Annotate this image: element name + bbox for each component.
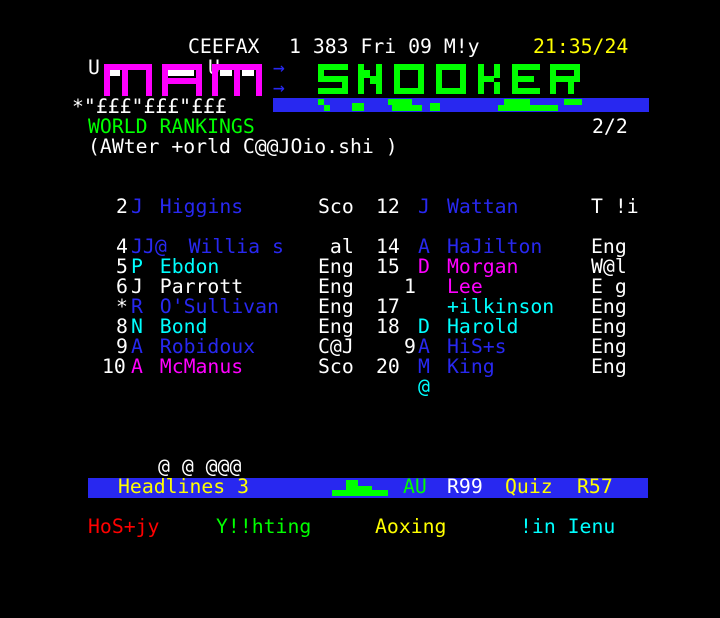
rank-number: * [116,295,128,318]
header-row: CEEFAX 1 383 Fri 09 M!y 21:35/24 [0,37,720,57]
player-country: C@J [318,335,354,358]
bbc-logo-graphic [104,64,262,96]
player-name: McManus [159,355,244,378]
fastext-red-link[interactable]: HoS+jy [88,517,159,537]
fastext-green-link[interactable]: Y!!hting [216,517,311,537]
page-subtitle: (AWter +orld C@@JOio.shi ) [88,135,398,158]
rank-number: 17 [376,295,400,318]
player-name: Ebdon [159,255,220,278]
player-country: al [318,235,354,258]
player-country: T !i [591,195,639,218]
stray-at-symbol: @ [418,375,430,398]
arrow-icon-2: → [273,76,285,99]
rank-number: 10 [102,355,126,378]
pre-footer-glyphs: @ @ @@@ [158,455,242,478]
player-initial: P [131,255,143,278]
player-name: Harold [447,315,519,338]
page-title: WORLD RANKINGS [88,115,255,138]
stray-row: @ [0,377,720,397]
rank-number: 9 [116,335,128,358]
service-name: CEEFAX [188,35,260,58]
rank-number: 20 [376,355,400,378]
player-name: Lee [447,275,483,298]
rank-number: 14 [376,235,400,258]
player-country: Sco [318,355,354,378]
quiz-link[interactable]: Quiz [505,477,553,497]
player-initial: N [131,315,143,338]
player-name: Robidoux [159,335,256,358]
rank-number: 2 [116,195,128,218]
subtitle-row: (AWter +orld C@@JOio.shi ) [0,137,720,157]
player-name: HaJilton [447,235,543,258]
player-country: E g [591,275,627,298]
player-initial: A [418,335,430,358]
footer-mosaic-graphic [332,480,388,496]
player-initial: A [131,335,143,358]
player-name: Parrott [159,275,244,298]
strip-glyphs-graphic [318,99,582,111]
page-r99-link[interactable]: R99 [447,477,483,497]
player-country: W@l [591,255,627,278]
player-country: Eng [318,255,354,278]
player-country: Eng [591,315,627,338]
clock: 21:35/24 [533,35,629,58]
player-initial: M [418,355,430,378]
rank-number: 12 [376,195,400,218]
snooker-title-graphic [318,64,580,94]
player-country: Eng [591,335,627,358]
headlines-link[interactable]: Headlines 3 [118,477,249,497]
player-initial: D [418,315,430,338]
heading-row: WORLD RANKINGS 2/2 [0,117,720,137]
page-info: 1 383 Fri 09 M!y [289,35,480,58]
rank-number: 5 [116,255,128,278]
rank-number: 4 [116,235,128,258]
player-name: King [447,355,495,378]
logo-small-u-left: U [88,56,100,79]
player-name: Wattan [447,195,519,218]
player-initial: A [131,355,143,378]
player-initial: J [418,195,430,218]
player-name: Bond [159,315,208,338]
player-initial: D [418,255,430,278]
page-r57-link[interactable]: R57 [577,477,613,497]
player-initial: R [131,295,143,318]
au-label: AU [403,475,427,498]
player-country: Sco [318,195,354,218]
player-country: Eng [591,295,627,318]
rank-number: 15 [376,255,400,278]
player-country: Eng [318,275,354,298]
player-name: HiS+s [447,335,507,358]
page-count: 2/2 [592,115,628,138]
player-name: Morgan [447,255,519,278]
logo-strip-text: *"£££"£££"£££ [72,95,227,118]
player-name: O'Sullivan [159,295,279,318]
player-country: Eng [318,295,354,318]
player-initial: A [418,235,430,258]
rank-number: 18 [376,315,400,338]
rank-number: 9 [404,335,416,358]
player-name: +ilkinson [447,295,555,318]
player-country: Eng [591,355,627,378]
fastext-row: HoS+jy Y!!hting Aoxing !in Ienu [0,517,720,537]
rank-number: 8 [116,315,128,338]
pre-footer-row: @ @ @@@ [0,457,720,477]
arrow-icon: → [273,56,285,79]
player-initial: JJ@ [131,235,167,258]
rank-number: 6 [116,275,128,298]
player-initial: J [131,275,143,298]
rank-number: 1 [404,275,416,298]
player-country: Eng [591,235,627,258]
player-initial: J [131,195,143,218]
player-country: Eng [318,315,354,338]
fastext-yellow-link[interactable]: Aoxing [375,517,446,537]
fastext-cyan-link[interactable]: !in Ienu [520,517,615,537]
player-name: Higgins [159,195,244,218]
player-name: Willia s [188,235,284,258]
